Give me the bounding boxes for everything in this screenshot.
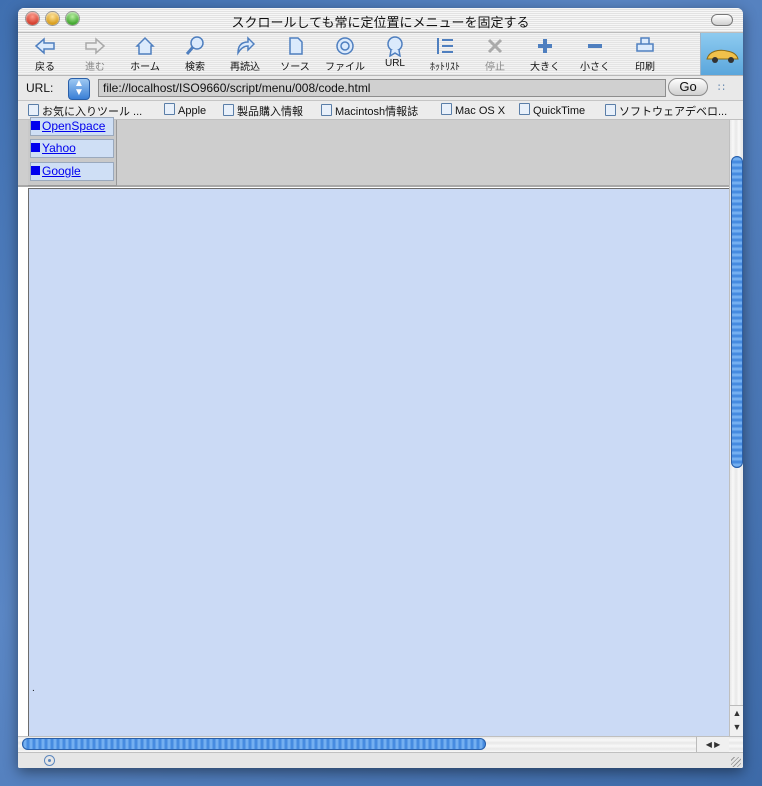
forward-arrow-icon xyxy=(72,35,118,57)
page-icon xyxy=(441,103,452,115)
source-icon xyxy=(272,35,318,57)
url-label: URL: xyxy=(26,81,54,95)
menu-frame: OpenSpace Yahoo Google xyxy=(18,117,729,187)
text-smaller-button[interactable]: 小さく xyxy=(572,35,618,73)
arrow-up-icon[interactable]: ▲ xyxy=(733,708,742,718)
security-status-icon[interactable] xyxy=(44,755,55,766)
menu-item-yahoo[interactable]: Yahoo xyxy=(30,139,114,158)
stop-icon xyxy=(472,35,518,57)
arrow-left-icon[interactable]: ◀ xyxy=(706,740,712,749)
square-bullet-icon xyxy=(31,143,40,152)
url-history-button[interactable]: ▲ ▼ xyxy=(68,78,90,100)
favorite-item[interactable]: QuickTime xyxy=(519,103,585,117)
reload-button[interactable]: 再読込 xyxy=(222,35,268,73)
favorite-item[interactable]: Macintosh情報誌 xyxy=(321,103,418,119)
page-info-icon[interactable]: ∷ xyxy=(718,81,725,94)
folder-icon xyxy=(321,104,332,116)
home-icon xyxy=(122,35,168,57)
vertical-scroll-thumb[interactable] xyxy=(731,156,743,468)
folder-icon xyxy=(605,104,616,116)
home-button[interactable]: ホーム xyxy=(122,35,168,73)
search-icon xyxy=(172,35,218,57)
vertical-scrollbar[interactable]: ▲ ▼ xyxy=(729,120,743,736)
browser-window: スクロールしても常に定位置にメニューを固定する 戻る 進む ホーム 検索 再読込… xyxy=(18,8,743,768)
folder-icon xyxy=(223,104,234,116)
back-arrow-icon xyxy=(22,35,68,57)
square-bullet-icon xyxy=(31,166,40,175)
source-button[interactable]: ソース xyxy=(272,35,318,73)
vertical-scroll-arrows[interactable]: ▲ ▼ xyxy=(730,705,743,736)
main-frame: . xyxy=(28,188,729,738)
address-bar: URL: ▲ ▼ file://localhost/ISO9660/script/… xyxy=(18,76,743,101)
stop-button[interactable]: 停止 xyxy=(472,35,518,73)
favorites-bar: お気に入りツール ... Apple 製品購入情報 Macintosh情報誌 M… xyxy=(18,101,743,120)
text-larger-button[interactable]: 大きく xyxy=(522,35,568,73)
print-button[interactable]: 印刷 xyxy=(622,35,668,73)
url-icon xyxy=(372,35,418,58)
square-bullet-icon xyxy=(31,121,40,130)
file-icon xyxy=(322,35,368,57)
minus-icon xyxy=(572,35,618,57)
favorite-item[interactable]: Apple xyxy=(164,103,206,117)
search-button[interactable]: 検索 xyxy=(172,35,218,73)
folder-icon xyxy=(28,104,39,116)
hotlist-icon xyxy=(422,35,468,57)
title-bar[interactable]: スクロールしても常に定位置にメニューを固定する xyxy=(18,8,743,33)
print-icon xyxy=(622,35,668,57)
toolbar-toggle-button[interactable] xyxy=(711,14,733,26)
toolbar: 戻る 進む ホーム 検索 再読込 ソース ファイル URL ﾎｯﾄﾘｽﾄ 停止 … xyxy=(18,33,743,76)
file-button[interactable]: ファイル xyxy=(322,35,368,73)
plus-icon xyxy=(522,35,568,57)
url-input[interactable]: file://localhost/ISO9660/script/menu/008… xyxy=(98,79,666,97)
url-button[interactable]: URL xyxy=(372,35,418,69)
favorite-item[interactable]: Mac OS X xyxy=(441,103,505,117)
fixed-menu: OpenSpace Yahoo Google xyxy=(28,117,117,186)
arrow-down-icon[interactable]: ▼ xyxy=(733,722,742,732)
updown-arrows-icon: ▲ ▼ xyxy=(74,78,84,98)
horizontal-scroll-thumb[interactable] xyxy=(22,738,486,750)
content-area: OpenSpace Yahoo Google . ▲ ▼ ◀ ▶ xyxy=(18,117,743,768)
back-button[interactable]: 戻る xyxy=(22,35,68,73)
menu-link[interactable]: OpenSpace xyxy=(42,119,105,133)
forward-button[interactable]: 進む xyxy=(72,35,118,73)
page-text: . xyxy=(32,683,35,694)
go-button[interactable]: Go xyxy=(668,78,708,96)
hotlist-button[interactable]: ﾎｯﾄﾘｽﾄ xyxy=(422,35,468,73)
favorite-item[interactable]: ソフトウェアデベロ... xyxy=(605,103,727,119)
status-bar xyxy=(18,752,743,768)
horizontal-scroll-arrows[interactable]: ◀ ▶ xyxy=(696,737,729,753)
menu-link[interactable]: Yahoo xyxy=(42,141,76,155)
window-title: スクロールしても常に定位置にメニューを固定する xyxy=(231,15,530,30)
folder-icon xyxy=(519,103,530,115)
arrow-right-icon[interactable]: ▶ xyxy=(714,740,720,749)
horizontal-scrollbar[interactable]: ◀ ▶ xyxy=(18,736,743,753)
folder-icon xyxy=(164,103,175,115)
reload-icon xyxy=(222,35,268,57)
favorite-item[interactable]: 製品購入情報 xyxy=(223,103,303,119)
resize-grip-icon[interactable] xyxy=(731,757,741,767)
menu-item-openspace[interactable]: OpenSpace xyxy=(30,117,114,136)
browser-logo-icon xyxy=(700,33,743,75)
menu-item-google[interactable]: Google xyxy=(30,162,114,181)
menu-link[interactable]: Google xyxy=(42,164,81,178)
